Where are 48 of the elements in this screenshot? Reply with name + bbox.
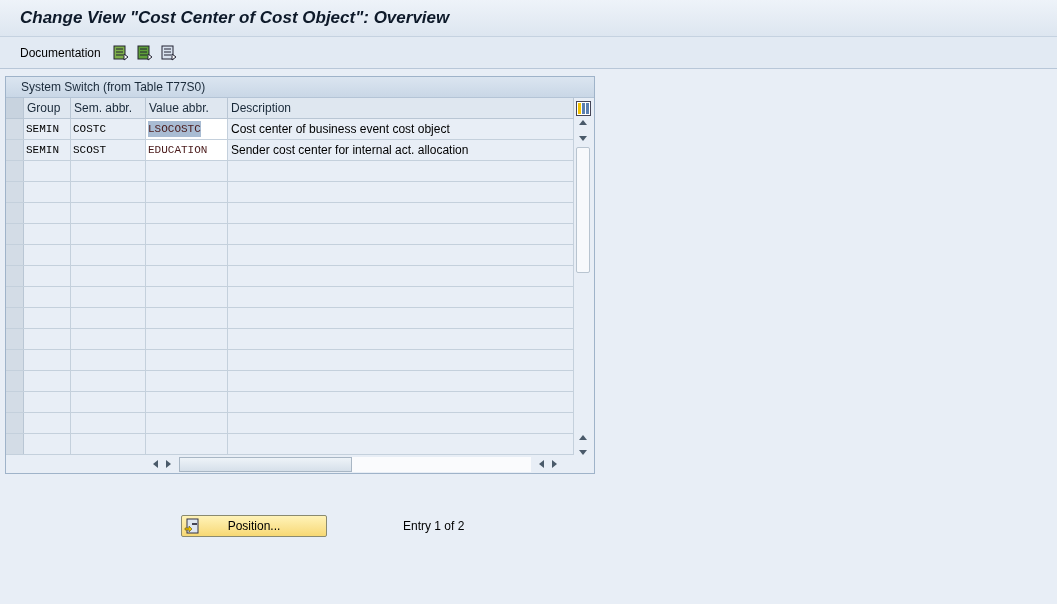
scroll-left-button[interactable]: [153, 460, 158, 468]
scroll-down-button[interactable]: [579, 136, 587, 141]
value-field[interactable]: LSOCOSTC: [148, 120, 201, 138]
position-icon: [184, 518, 200, 534]
row-selector[interactable]: [6, 203, 24, 223]
table-cell-text: Sender cost center for internal act. allocation: [230, 142, 469, 159]
table-title: System Switch (from Table T77S0): [21, 79, 206, 96]
position-button[interactable]: Position...: [181, 515, 327, 537]
row-selector[interactable]: [6, 245, 24, 265]
row-selector[interactable]: [6, 350, 24, 370]
scroll-up-button[interactable]: [579, 120, 587, 125]
select-all-button[interactable]: [6, 98, 24, 118]
row-selector[interactable]: [6, 413, 24, 433]
scroll-up-button[interactable]: [579, 435, 587, 440]
scroll-down-button[interactable]: [579, 450, 587, 455]
entry-counter: Entry 1 of 2: [403, 518, 465, 535]
row-selector[interactable]: [6, 161, 24, 181]
column-header[interactable]: Sem. abbr.: [71, 98, 146, 118]
document-icon[interactable]: [136, 44, 153, 61]
table-cell-text: SEMIN: [26, 142, 59, 158]
row-selector[interactable]: [6, 266, 24, 286]
row-selector[interactable]: [6, 308, 24, 328]
table-cell-text: COSTC: [73, 121, 106, 137]
row-selector[interactable]: [6, 434, 24, 454]
row-selector[interactable]: [6, 182, 24, 202]
row-selector[interactable]: [6, 224, 24, 244]
horizontal-scrollbar-thumb[interactable]: [179, 456, 352, 472]
table-cell-text: Cost center of business event cost object: [230, 121, 450, 138]
row-selector[interactable]: [6, 371, 24, 391]
scroll-right-button[interactable]: [166, 460, 171, 468]
documentation-button[interactable]: Documentation: [20, 43, 101, 62]
row-selector[interactable]: [6, 392, 24, 412]
document-icon[interactable]: [112, 44, 129, 61]
table-cell-text: SEMIN: [26, 121, 59, 137]
document-icon[interactable]: [160, 44, 177, 61]
column-settings-icon[interactable]: [575, 101, 591, 116]
vertical-scrollbar-thumb[interactable]: [576, 147, 590, 273]
row-selector[interactable]: [6, 287, 24, 307]
scroll-left-button[interactable]: [539, 460, 544, 468]
window-title: Change View "Cost Center of Cost Object": Overview: [20, 7, 450, 30]
row-selector[interactable]: [6, 140, 24, 160]
column-header[interactable]: Description: [228, 98, 574, 118]
row-selector[interactable]: [6, 119, 24, 139]
column-header[interactable]: Value abbr.: [146, 98, 228, 118]
row-selector[interactable]: [6, 329, 24, 349]
column-header[interactable]: Group: [24, 98, 71, 118]
scroll-right-button[interactable]: [552, 460, 557, 468]
table-cell-text: SCOST: [73, 142, 106, 158]
